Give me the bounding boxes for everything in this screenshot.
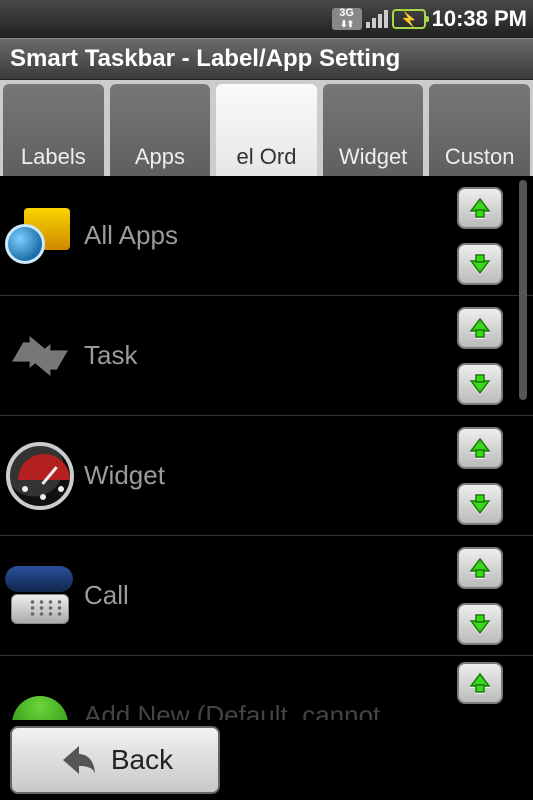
all-apps-icon: [0, 200, 80, 272]
tab-bar: Labels Apps el Ord Widget Custon: [0, 80, 533, 176]
tab-labels[interactable]: Labels: [3, 84, 104, 176]
status-icons: 3G ⬇⬆ ⚡: [332, 8, 426, 30]
status-time: 10:38 PM: [432, 6, 527, 32]
task-icon: [0, 320, 80, 392]
move-down-button[interactable]: [457, 243, 503, 285]
move-down-button[interactable]: [457, 483, 503, 525]
list-item-label: Add New (Default, cannot: [84, 700, 380, 720]
list-item-label: Widget: [84, 460, 165, 491]
tab-label: Labels: [21, 144, 86, 170]
move-up-button[interactable]: [457, 187, 503, 229]
list-item-label: Task: [84, 340, 137, 371]
list-item-all-apps[interactable]: All Apps: [0, 176, 533, 296]
back-arrow-icon: [57, 740, 99, 780]
move-down-button[interactable]: [457, 603, 503, 645]
call-icon: [0, 560, 80, 632]
label-list[interactable]: All Apps Task Widget Call Ad: [0, 176, 533, 720]
tab-label: Apps: [135, 144, 185, 170]
list-item-widget[interactable]: Widget: [0, 416, 533, 536]
tab-custom[interactable]: Custon: [429, 84, 530, 176]
status-bar: 3G ⬇⬆ ⚡ 10:38 PM: [0, 0, 533, 38]
list-item-label: Call: [84, 580, 129, 611]
tab-widget[interactable]: Widget: [323, 84, 424, 176]
move-up-button[interactable]: [457, 427, 503, 469]
network-3g-icon: 3G ⬇⬆: [332, 8, 362, 30]
move-up-button[interactable]: [457, 547, 503, 589]
network-label: 3G: [339, 8, 354, 19]
list-item-call[interactable]: Call: [0, 536, 533, 656]
title-bar: Smart Taskbar - Label/App Setting: [0, 38, 533, 80]
page-title: Smart Taskbar - Label/App Setting: [10, 45, 400, 73]
tab-apps[interactable]: Apps: [110, 84, 211, 176]
tab-label-order[interactable]: el Ord: [216, 84, 317, 176]
back-label: Back: [111, 744, 173, 776]
move-up-button[interactable]: [457, 662, 503, 704]
tab-label: Widget: [339, 144, 407, 170]
footer: Back: [0, 720, 533, 800]
back-button[interactable]: Back: [10, 726, 220, 794]
list-item-label: All Apps: [84, 220, 178, 251]
widget-icon: [0, 440, 80, 512]
list-item-task[interactable]: Task: [0, 296, 533, 416]
tab-label: el Ord: [237, 144, 297, 170]
scroll-thumb[interactable]: [519, 180, 527, 400]
move-down-button[interactable]: [457, 363, 503, 405]
tab-label: Custon: [445, 144, 515, 170]
list-item-add-new[interactable]: Add New (Default, cannot: [0, 656, 533, 720]
move-up-button[interactable]: [457, 307, 503, 349]
add-icon: [0, 680, 80, 721]
battery-icon: ⚡: [392, 9, 426, 29]
signal-icon: [366, 10, 388, 28]
